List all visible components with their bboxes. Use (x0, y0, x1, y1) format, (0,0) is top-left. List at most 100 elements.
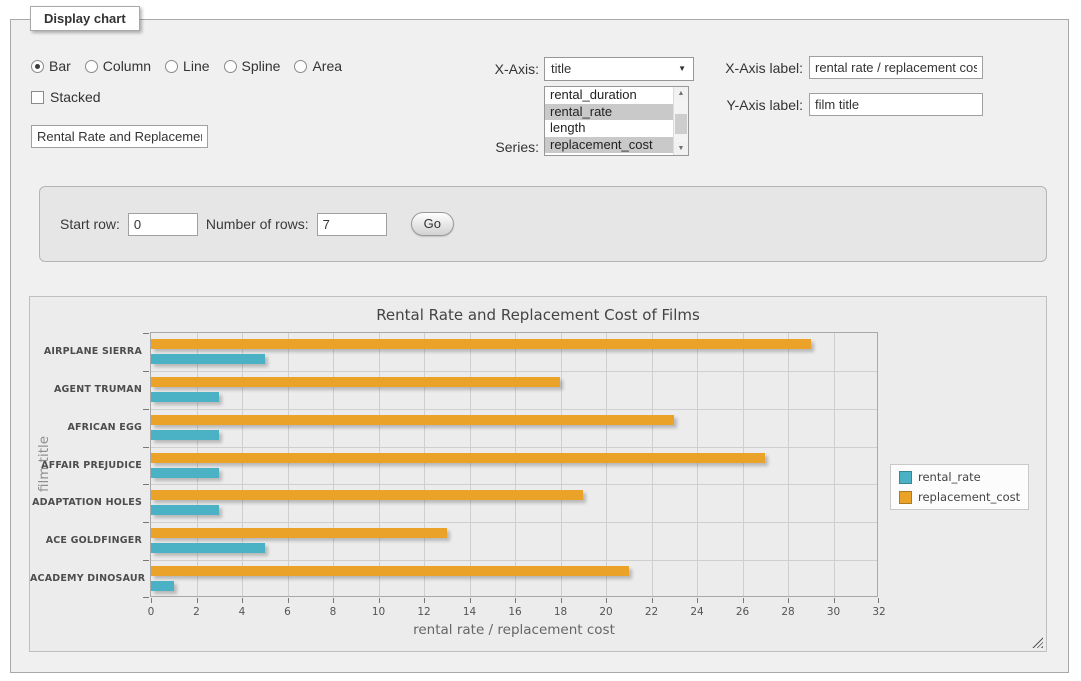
category-label: AGENT TRUMAN (30, 384, 142, 395)
y-axis-label-caption: Y-Axis label: (711, 97, 803, 113)
series-option-rental_rate[interactable]: rental_rate (545, 104, 688, 121)
x-tick-label: 30 (827, 606, 840, 618)
radio-icon-column[interactable] (85, 60, 98, 73)
legend-label-replacement_cost: replacement_cost (918, 490, 1020, 504)
bar-replacement_cost (151, 490, 583, 500)
start-row-label: Start row: (60, 216, 120, 232)
bar-rental_rate (151, 468, 219, 478)
bar-rental_rate (151, 392, 219, 402)
stacked-checkbox[interactable] (31, 91, 44, 104)
x-axis-label-input[interactable] (809, 56, 983, 79)
number-of-rows-input[interactable] (317, 213, 387, 236)
gridline (151, 560, 877, 561)
x-tick-label: 12 (417, 606, 430, 618)
series-scrollbar[interactable]: ▲ ▼ (673, 87, 688, 155)
x-tick (652, 598, 653, 603)
gridline (470, 333, 471, 596)
y-tick (143, 371, 149, 372)
y-axis-label-input[interactable] (809, 93, 983, 116)
category-label: AIRPLANE SIERRA (30, 346, 142, 357)
chart-type-line[interactable]: Line (165, 58, 209, 74)
bar-replacement_cost (151, 377, 560, 387)
x-tick-label: 32 (872, 606, 885, 618)
x-tick (242, 598, 243, 603)
x-axis-label-caption: X-Axis label: (711, 60, 803, 76)
chart-type-label-spline: Spline (242, 58, 281, 74)
chart-type-area[interactable]: Area (294, 58, 342, 74)
legend-item-rental_rate: rental_rate (899, 470, 1020, 484)
go-button[interactable]: Go (411, 212, 454, 236)
x-tick-label: 28 (781, 606, 794, 618)
category-label: ADAPTATION HOLES (30, 497, 142, 508)
x-tick-label: 4 (239, 606, 246, 618)
gridline (151, 409, 877, 410)
series-multiselect[interactable]: rental_durationrental_ratelengthreplacem… (544, 86, 689, 156)
radio-icon-bar[interactable] (31, 60, 44, 73)
chart-type-label-column: Column (103, 58, 151, 74)
x-axis-caption: X-Axis: (439, 61, 539, 77)
gridline (515, 333, 516, 596)
scroll-down-icon[interactable]: ▼ (674, 142, 688, 155)
x-axis-select[interactable]: title ▼ (544, 57, 694, 81)
radio-icon-area[interactable] (294, 60, 307, 73)
x-tick (697, 598, 698, 603)
x-tick-label: 22 (645, 606, 658, 618)
radio-icon-line[interactable] (165, 60, 178, 73)
gridline (379, 333, 380, 596)
x-tick-label: 10 (372, 606, 385, 618)
chart-container: Rental Rate and Replacement Cost of Film… (29, 296, 1047, 652)
x-tick-label: 0 (148, 606, 155, 618)
bar-rental_rate (151, 430, 219, 440)
start-row-input[interactable] (128, 213, 198, 236)
chart-type-bar[interactable]: Bar (31, 58, 71, 74)
stacked-option[interactable]: Stacked (31, 89, 101, 105)
series-option-rental_duration[interactable]: rental_duration (545, 87, 688, 104)
gridline (561, 333, 562, 596)
scroll-up-icon[interactable]: ▲ (674, 87, 688, 100)
gridline (197, 333, 198, 596)
category-label: ACADEMY DINOSAUR (30, 573, 142, 584)
x-tick (606, 598, 607, 603)
chart-title-input[interactable] (31, 125, 208, 148)
number-of-rows-label: Number of rows: (206, 216, 309, 232)
chart-type-column[interactable]: Column (85, 58, 151, 74)
x-axis-title: rental rate / replacement cost (150, 622, 878, 638)
x-tick (788, 598, 789, 603)
x-tick (151, 598, 152, 603)
chart-type-label-line: Line (183, 58, 209, 74)
y-tick (143, 447, 149, 448)
gridline (151, 371, 877, 372)
y-tick (143, 597, 149, 598)
category-label: AFFAIR PREJUDICE (30, 460, 142, 471)
x-tick (834, 598, 835, 603)
legend-swatch-rental_rate (899, 471, 912, 484)
row-range-panel: Start row: Number of rows: Go (39, 186, 1047, 262)
legend-label-rental_rate: rental_rate (918, 470, 981, 484)
chart-type-spline[interactable]: Spline (224, 58, 281, 74)
series-option-length[interactable]: length (545, 120, 688, 137)
x-tick (288, 598, 289, 603)
chart-type-label-bar: Bar (49, 58, 71, 74)
resize-handle-icon[interactable] (1032, 637, 1043, 648)
x-tick (878, 598, 879, 603)
fieldset-legend: Display chart (30, 6, 140, 31)
legend-swatch-replacement_cost (899, 491, 912, 504)
x-tick (333, 598, 334, 603)
x-tick (379, 598, 380, 603)
x-tick (197, 598, 198, 603)
gridline (424, 333, 425, 596)
gridline (743, 333, 744, 596)
scrollbar-thumb[interactable] (675, 114, 687, 134)
x-tick-label: 24 (690, 606, 703, 618)
y-tick (143, 409, 149, 410)
x-tick-label: 6 (284, 606, 291, 618)
radio-icon-spline[interactable] (224, 60, 237, 73)
gridline (288, 333, 289, 596)
x-tick (561, 598, 562, 603)
series-option-replacement_cost[interactable]: replacement_cost (545, 137, 688, 154)
series-caption: Series: (439, 139, 539, 155)
gridline (333, 333, 334, 596)
y-tick (143, 333, 149, 334)
y-tick (143, 522, 149, 523)
gridline (606, 333, 607, 596)
